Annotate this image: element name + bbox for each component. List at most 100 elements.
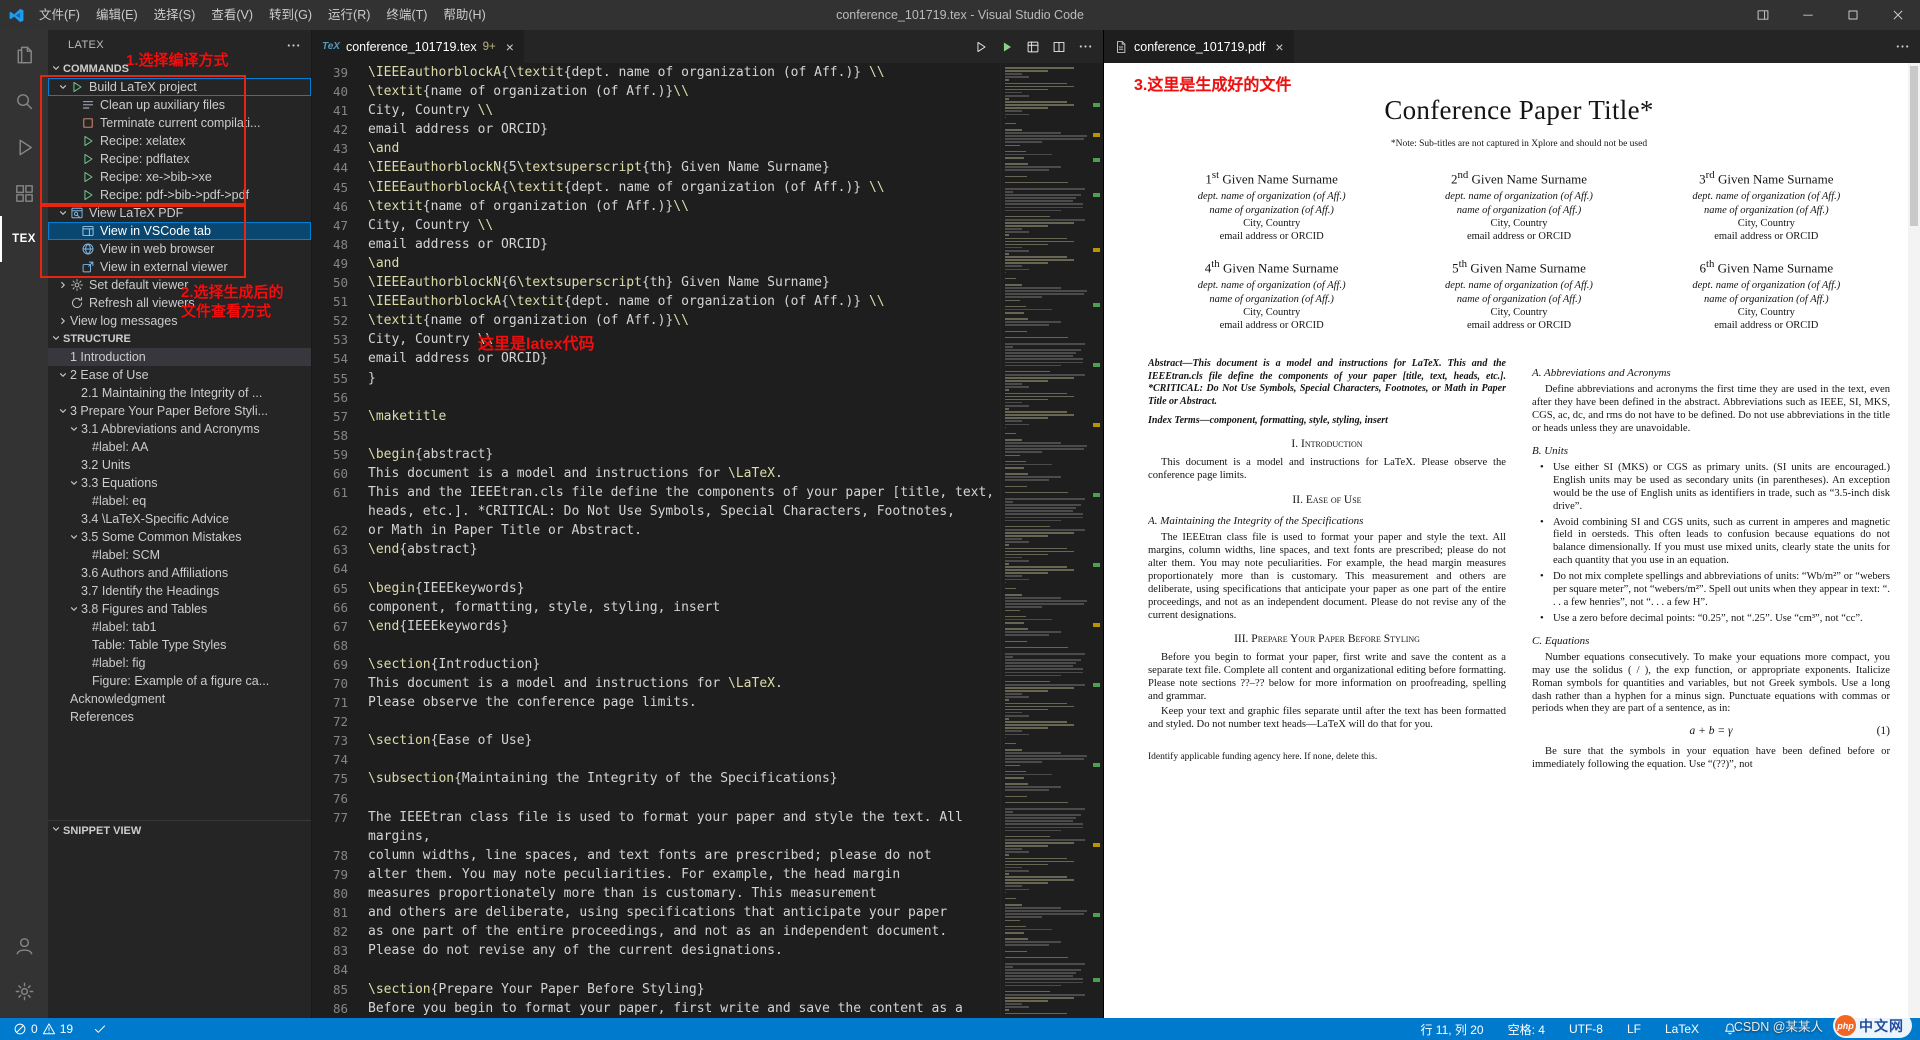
code-line[interactable]: Please observe the conference page limit… [368, 693, 1000, 712]
code-line[interactable]: This document is a model and instruction… [368, 674, 1000, 693]
menu-item[interactable]: 编辑(E) [88, 8, 146, 22]
minimize-button[interactable] [1785, 0, 1830, 30]
code-line[interactable]: or Math in Paper Title or Abstract. [368, 521, 1000, 540]
code-line[interactable]: } [368, 369, 1000, 388]
code-line[interactable] [368, 559, 1000, 578]
structure-item[interactable]: #label: AA [48, 438, 311, 456]
close-button[interactable] [1875, 0, 1920, 30]
code-line[interactable]: and others are deliberate, using specifi… [368, 903, 1000, 922]
code-line[interactable]: \textit{name of organization (of Aff.)}\… [368, 311, 1000, 330]
code-line[interactable]: \end{IEEEkeywords} [368, 617, 1000, 636]
code-line[interactable]: alter them. You may note peculiarities. … [368, 865, 1000, 884]
pdf-scrollbar[interactable] [1908, 63, 1920, 1018]
preview-pdf-icon[interactable] [1026, 40, 1040, 54]
structure-item[interactable]: 3.1 Abbreviations and Acronyms [48, 420, 311, 438]
code-line[interactable]: \maketitle [368, 407, 1000, 426]
structure-section-header[interactable]: STRUCTURE [48, 330, 311, 348]
code-line[interactable]: \begin{IEEEkeywords} [368, 579, 1000, 598]
code-line[interactable]: This document is a model and instruction… [368, 464, 1000, 483]
tab-conference-pdf[interactable]: conference_101719.pdf × [1104, 30, 1294, 63]
problems-indicator[interactable]: 0 19 [10, 1018, 76, 1040]
structure-item[interactable]: 3.8 Figures and Tables [48, 600, 311, 618]
build-icon[interactable] [1000, 40, 1014, 54]
maximize-button[interactable] [1830, 0, 1875, 30]
code-line[interactable]: column widths, line spaces, and text fon… [368, 846, 1000, 865]
overview-ruler[interactable] [1090, 63, 1103, 1018]
code-line[interactable]: This and the IEEEtran.cls file define th… [368, 483, 1000, 502]
code-line[interactable]: \section{Introduction} [368, 655, 1000, 674]
status-item[interactable]: 空格: 4 [1505, 1018, 1548, 1040]
code-line[interactable]: Please do not revise any of the current … [368, 941, 1000, 960]
minimap[interactable] [1000, 63, 1090, 1018]
latex-build-status[interactable] [90, 1018, 110, 1040]
status-item[interactable]: LF [1624, 1018, 1644, 1040]
menu-item[interactable]: 查看(V) [203, 8, 261, 22]
status-item[interactable]: 行 11, 列 20 [1417, 1018, 1486, 1040]
code-line[interactable]: \and [368, 139, 1000, 158]
code-line[interactable] [368, 789, 1000, 808]
structure-item[interactable]: 3.6 Authors and Affiliations [48, 564, 311, 582]
menu-item[interactable]: 帮助(H) [435, 8, 493, 22]
menu-item[interactable]: 文件(F) [31, 8, 88, 22]
code-line[interactable]: \IEEEauthorblockA{\textit{dept. name of … [368, 63, 1000, 82]
activity-account[interactable] [0, 922, 48, 968]
structure-item[interactable]: Acknowledgment [48, 690, 311, 708]
code-line[interactable]: \section{Prepare Your Paper Before Styli… [368, 980, 1000, 999]
snippet-view-section-header[interactable]: SNIPPET VIEW [48, 820, 311, 840]
scrollbar-thumb[interactable] [1910, 66, 1918, 226]
structure-item[interactable]: References [48, 708, 311, 726]
structure-item[interactable]: 3.3 Equations [48, 474, 311, 492]
code-line[interactable]: \end{abstract} [368, 540, 1000, 559]
structure-item[interactable]: 3 Prepare Your Paper Before Styli... [48, 402, 311, 420]
pdf-viewer[interactable]: Conference Paper Title* *Note: Sub-title… [1104, 63, 1920, 1018]
code-line[interactable]: email address or ORCID} [368, 120, 1000, 139]
status-item[interactable]: UTF-8 [1566, 1018, 1606, 1040]
code-line[interactable] [368, 750, 1000, 769]
code-line[interactable]: City, Country \\ [368, 101, 1000, 120]
menu-item[interactable]: 终端(T) [378, 8, 435, 22]
code-line[interactable]: \IEEEauthorblockA{\textit{dept. name of … [368, 292, 1000, 311]
code-line[interactable]: component, formatting, style, styling, i… [368, 598, 1000, 617]
status-item[interactable]: LaTeX [1662, 1018, 1702, 1040]
code-line[interactable]: email address or ORCID} [368, 235, 1000, 254]
code-line[interactable]: email address or ORCID} [368, 349, 1000, 368]
code-line[interactable]: heads, etc.]. *CRITICAL: Do Not Use Symb… [368, 502, 1000, 521]
structure-item[interactable]: #label: fig [48, 654, 311, 672]
more-icon[interactable] [1895, 39, 1910, 54]
structure-item[interactable]: 3.2 Units [48, 456, 311, 474]
code-line[interactable] [368, 636, 1000, 655]
structure-item[interactable]: #label: tab1 [48, 618, 311, 636]
code-line[interactable] [368, 388, 1000, 407]
layout-button[interactable] [1740, 0, 1785, 30]
code-line[interactable]: City, Country \\ [368, 216, 1000, 235]
code-line[interactable]: \begin{abstract} [368, 445, 1000, 464]
structure-item[interactable]: #label: eq [48, 492, 311, 510]
code-line[interactable]: \textit{name of organization (of Aff.)}\… [368, 197, 1000, 216]
code-line[interactable]: \and [368, 254, 1000, 273]
code-line[interactable]: City, Country \\ [368, 330, 1000, 349]
structure-item[interactable]: 3.4 \LaTeX-Specific Advice [48, 510, 311, 528]
close-tab-icon[interactable]: × [1275, 39, 1283, 55]
code-line[interactable] [368, 712, 1000, 731]
structure-item[interactable]: #label: SCM [48, 546, 311, 564]
code-line[interactable]: \IEEEauthorblockN{5\textsuperscript{th} … [368, 158, 1000, 177]
code-editor[interactable]: 3940414243444546474849505152535455565758… [312, 63, 1103, 1018]
code-line[interactable]: \IEEEauthorblockA{\textit{dept. name of … [368, 178, 1000, 197]
more-actions-icon[interactable] [286, 38, 301, 53]
menu-item[interactable]: 选择(S) [146, 8, 204, 22]
structure-item[interactable]: 2 Ease of Use [48, 366, 311, 384]
run-outline-icon[interactable] [974, 40, 988, 54]
code-line[interactable]: \subsection{Maintaining the Integrity of… [368, 769, 1000, 788]
structure-item[interactable]: Table: Table Type Styles [48, 636, 311, 654]
structure-item[interactable]: Figure: Example of a figure ca... [48, 672, 311, 690]
close-tab-icon[interactable]: × [506, 39, 514, 55]
activity-settings[interactable] [0, 968, 48, 1014]
tab-conference-tex[interactable]: TeX conference_101719.tex 9+ × [312, 30, 524, 63]
code-line[interactable] [368, 426, 1000, 445]
code-line[interactable]: \IEEEauthorblockN{6\textsuperscript{th} … [368, 273, 1000, 292]
code-line[interactable]: Before you begin to format your paper, f… [368, 999, 1000, 1018]
code-line[interactable]: margins, [368, 827, 1000, 846]
more-icon[interactable] [1078, 39, 1093, 54]
code-line[interactable]: The IEEEtran class file is used to forma… [368, 808, 1000, 827]
structure-item[interactable]: 2.1 Maintaining the Integrity of ... [48, 384, 311, 402]
